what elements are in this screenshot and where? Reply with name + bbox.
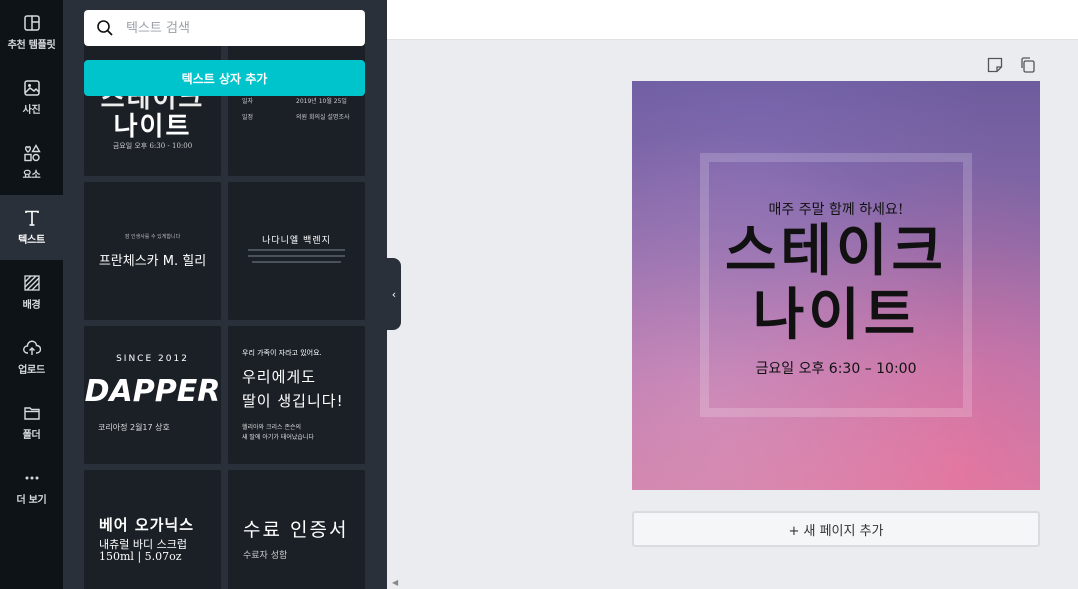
sidebar-item-label: 폴더 bbox=[22, 430, 41, 441]
sidebar-item-background[interactable]: 배경 bbox=[0, 260, 63, 325]
folder-icon bbox=[23, 407, 40, 420]
template-title: 프란체스카 M. 힐리 bbox=[98, 254, 207, 269]
template-certificate[interactable]: 수료 인증서 수료자 성함 bbox=[228, 470, 365, 589]
template-text: 헬리아와 크리스 존슨의 bbox=[242, 424, 302, 431]
text-icon bbox=[24, 210, 39, 226]
background-icon bbox=[23, 275, 40, 291]
sidebar-item-text[interactable]: 텍스트 bbox=[0, 195, 63, 260]
design-page[interactable]: 매주 주말 함께 하세요! 스테이크 나이트 금요일 오후 6:30 – 10:… bbox=[632, 81, 1040, 490]
scroll-left-icon[interactable]: ◀ bbox=[392, 578, 398, 587]
editor-top-bar bbox=[387, 0, 1078, 40]
sidebar-item-templates[interactable]: 추천 템플릿 bbox=[0, 0, 63, 65]
template-text: 잠 인생사를 수 있게합니다 bbox=[124, 234, 181, 240]
template-text: 일자 bbox=[242, 98, 254, 105]
text-placeholder-line bbox=[252, 261, 341, 263]
template-title: 딸이 생깁니다! bbox=[242, 392, 344, 410]
design-subtitle[interactable]: 매주 주말 함께 하세요! bbox=[632, 199, 1040, 219]
sidebar-item-photos[interactable]: 사진 bbox=[0, 65, 63, 130]
template-title: 수료 인증서 bbox=[243, 519, 349, 541]
template-francesca[interactable]: 잠 인생사를 수 있게합니다 프란체스카 M. 힐리 bbox=[84, 182, 221, 320]
sidebar-item-label: 업로드 bbox=[18, 365, 45, 376]
search-bar[interactable] bbox=[84, 10, 365, 46]
sidebar-item-label: 요소 bbox=[22, 170, 41, 181]
more-icon bbox=[25, 476, 38, 480]
sidebar-item-folders[interactable]: 폴더 bbox=[0, 390, 63, 455]
template-title: 베어 오가닉스 bbox=[99, 516, 195, 534]
template-title: DAPPER bbox=[84, 374, 221, 409]
text-placeholder-line bbox=[248, 249, 345, 251]
search-input[interactable] bbox=[124, 10, 354, 46]
template-title: 나다니엘 백렌지 bbox=[262, 236, 331, 246]
design-title-line1[interactable]: 스테이크 bbox=[632, 221, 1040, 283]
template-bear-organics[interactable]: 베어 오가닉스 내츄럴 바디 스크럽 150ml | 5.07oz bbox=[84, 470, 221, 589]
sidebar-item-more[interactable]: 더 보기 bbox=[0, 455, 63, 520]
design-time[interactable]: 금요일 오후 6:30 – 10:00 bbox=[632, 358, 1040, 378]
sidebar-item-label: 배경 bbox=[22, 300, 41, 311]
sidebar-item-label: 텍스트 bbox=[18, 235, 45, 246]
sidebar-item-label: 추천 템플릿 bbox=[7, 40, 56, 51]
elements-icon bbox=[23, 144, 41, 162]
design-title-line2[interactable]: 나이트 bbox=[632, 285, 1040, 347]
template-text: 금요일 오후 6:30 - 10:00 bbox=[112, 142, 193, 150]
template-daniel[interactable]: 나다니엘 백렌지 bbox=[228, 182, 365, 320]
template-text: SINCE 2012 bbox=[116, 354, 189, 364]
template-text: 우리 가족이 자라고 있어요. bbox=[242, 349, 322, 357]
photo-icon bbox=[23, 80, 40, 96]
note-icon[interactable] bbox=[986, 56, 1004, 74]
add-page-button[interactable]: + 새 페이지 추가 bbox=[632, 511, 1040, 547]
text-panel: 스테이크 나이트 금요일 오후 6:30 - 10:00 일자 2019년 10… bbox=[63, 0, 387, 589]
text-placeholder-line bbox=[248, 255, 345, 257]
search-icon bbox=[97, 20, 113, 36]
template-title: 우리에게도 bbox=[242, 368, 317, 386]
horizontal-scrollbar[interactable]: ◀ bbox=[387, 577, 1078, 589]
template-text: 2019년 10월 25일 bbox=[296, 98, 347, 105]
template-text: 일정 bbox=[242, 114, 254, 121]
sidebar-item-label: 더 보기 bbox=[16, 495, 47, 506]
chevron-left-icon: ‹ bbox=[391, 287, 397, 301]
template-steak-night[interactable]: 스테이크 나이트 금요일 오후 6:30 - 10:00 bbox=[84, 38, 221, 176]
add-textbox-button[interactable]: 텍스트 상자 추가 bbox=[84, 60, 365, 96]
sidebar-rail: 추천 템플릿 사진 요소 텍스트 배경 업로드 폴더 더 보기 bbox=[0, 0, 63, 589]
sidebar-item-label: 사진 bbox=[22, 105, 41, 116]
template-text: 의원 회의실 설명조사 bbox=[296, 114, 350, 121]
template-icon bbox=[23, 15, 40, 31]
template-text: 수료자 성함 bbox=[243, 551, 288, 561]
sidebar-item-uploads[interactable]: 업로드 bbox=[0, 325, 63, 390]
template-text: 코리아정 2월17 상호 bbox=[98, 423, 170, 432]
upload-icon bbox=[22, 340, 41, 355]
duplicate-page-icon[interactable] bbox=[1019, 56, 1037, 74]
collapse-panel-button[interactable]: ‹ bbox=[387, 258, 401, 330]
sidebar-item-elements[interactable]: 요소 bbox=[0, 130, 63, 195]
template-date-place[interactable]: 일자 2019년 10월 25일 일정 의원 회의실 설명조사 bbox=[228, 38, 365, 176]
template-dapper[interactable]: SINCE 2012 DAPPER 코리아정 2월17 상호 bbox=[84, 326, 221, 464]
template-text: 새 딸에 아기가 태어났습니다 bbox=[242, 434, 314, 441]
template-daughter[interactable]: 우리 가족이 자라고 있어요. 우리에게도 딸이 생깁니다! 헬리아와 크리스 … bbox=[228, 326, 365, 464]
template-title: 나이트 bbox=[113, 112, 192, 142]
template-text: 150ml | 5.07oz bbox=[99, 550, 182, 563]
